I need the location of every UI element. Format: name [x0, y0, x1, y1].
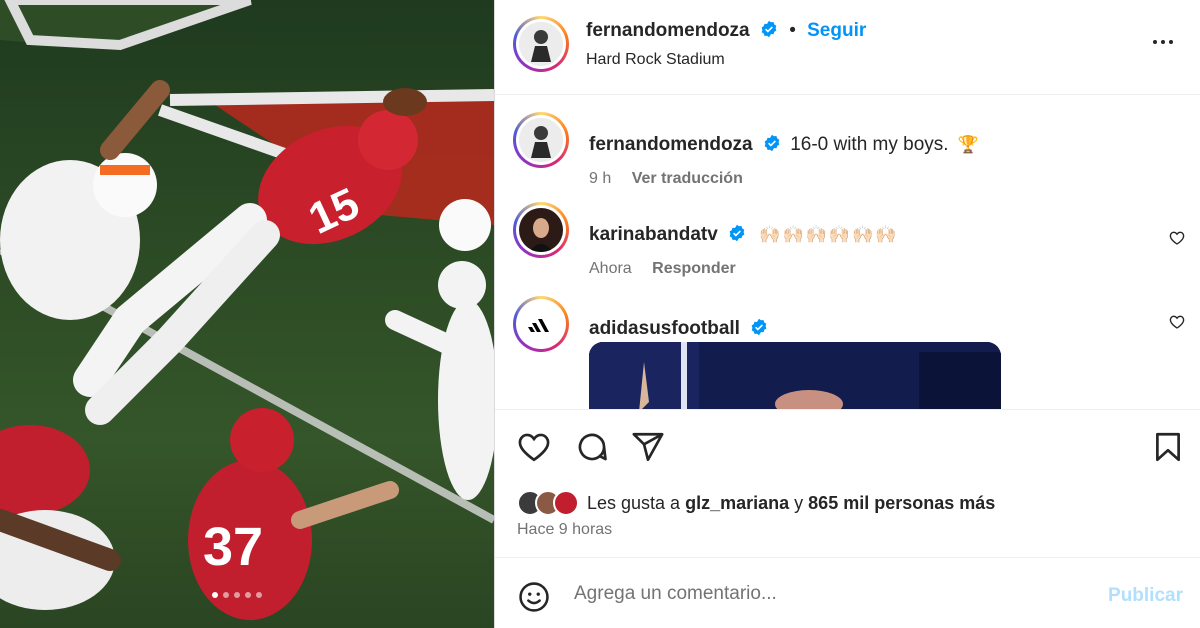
author-username[interactable]: fernandomendoza: [586, 20, 750, 41]
author-avatar-image: [519, 118, 563, 162]
like-comment-heart-icon[interactable]: [1169, 314, 1185, 330]
comment-meta: Ahora Responder: [589, 260, 736, 278]
emoji-smiley-icon[interactable]: [517, 580, 551, 614]
caption-meta: 9 h Ver traducción: [589, 170, 743, 188]
caption-author-avatar[interactable]: [513, 112, 569, 168]
comment-username[interactable]: adidasusfootball: [589, 318, 740, 339]
comment-item: karinabandatv 🙌🏻🙌🏻🙌🏻🙌🏻🙌🏻🙌🏻 Ahora Respond…: [495, 202, 1200, 282]
likes-summary[interactable]: Les gusta a glz_mariana y 865 mil person…: [517, 490, 995, 516]
verified-badge-icon: [761, 20, 777, 38]
comments-list[interactable]: fernandomendoza 16-0 with my boys. 🏆 9 h…: [495, 96, 1200, 410]
commenter-avatar[interactable]: [513, 202, 569, 258]
carousel-dot: [234, 592, 240, 598]
adidas-logo-icon: [519, 302, 563, 346]
verified-badge-icon: [764, 134, 780, 152]
author-avatar[interactable]: [513, 16, 569, 72]
post-photo[interactable]: 15 37: [0, 0, 494, 628]
post-timestamp[interactable]: Hace 9 horas: [517, 521, 612, 539]
follow-button[interactable]: Seguir: [807, 20, 866, 41]
commenter-avatar-image: [519, 208, 563, 252]
caption: fernandomendoza 16-0 with my boys. 🏆 9 h…: [495, 112, 1200, 192]
gif-preview-image: [589, 342, 1001, 409]
comment-text-line: adidasusfootball: [589, 318, 768, 340]
likes-connector: y: [794, 492, 804, 513]
more-horizontal-icon: [1153, 40, 1173, 44]
post-location[interactable]: Hard Rock Stadium: [586, 51, 725, 69]
caption-body: 16-0 with my boys.: [790, 134, 949, 155]
carousel-dot: [223, 592, 229, 598]
svg-text:37: 37: [203, 517, 263, 577]
like-comment-heart-icon[interactable]: [1169, 230, 1185, 246]
commenter-avatar[interactable]: [513, 296, 569, 352]
comment-body: 🙌🏻🙌🏻🙌🏻🙌🏻🙌🏻🙌🏻: [759, 225, 899, 244]
add-comment-bar: Publicar: [495, 559, 1200, 628]
comment-gif[interactable]: [589, 342, 1001, 409]
more-options-button[interactable]: [1151, 30, 1175, 60]
carousel-dots: [212, 592, 262, 598]
carousel-dot: [256, 592, 262, 598]
liker-avatar: [553, 490, 579, 516]
comment-username[interactable]: karinabandatv: [589, 224, 718, 245]
football-photo-illustration: 15 37: [0, 0, 494, 620]
caption-username[interactable]: fernandomendoza: [589, 134, 753, 155]
liker-avatars: [517, 490, 579, 516]
caption-time: 9 h: [589, 170, 612, 187]
liker-username[interactable]: glz_mariana: [685, 493, 789, 514]
comment-time: Ahora: [589, 260, 632, 277]
caption-text-line: fernandomendoza 16-0 with my boys. 🏆: [589, 134, 979, 156]
post-header: fernandomendoza • Seguir Hard Rock Stadi…: [495, 0, 1200, 95]
comment-text-line: karinabandatv 🙌🏻🙌🏻🙌🏻🙌🏻🙌🏻🙌🏻: [589, 224, 898, 246]
verified-badge-icon: [751, 318, 767, 336]
publish-button[interactable]: Publicar: [1108, 585, 1183, 607]
post-actions: Les gusta a glz_mariana y 865 mil person…: [495, 410, 1200, 558]
author-line: fernandomendoza • Seguir: [586, 20, 866, 42]
trophy-emoji: 🏆: [957, 135, 980, 154]
likes-prefix: Les gusta a: [587, 492, 681, 513]
author-avatar-image: [519, 22, 563, 66]
post-side-panel: fernandomendoza • Seguir Hard Rock Stadi…: [494, 0, 1200, 628]
bookmark-icon[interactable]: [1151, 430, 1185, 464]
reply-link[interactable]: Responder: [652, 260, 736, 277]
verified-badge-icon: [729, 224, 745, 242]
comment-item: adidasusfootball: [495, 296, 1200, 409]
carousel-dot: [212, 592, 218, 598]
likes-count[interactable]: 865 mil personas más: [808, 493, 995, 514]
carousel-dot: [245, 592, 251, 598]
comment-icon[interactable]: [575, 430, 609, 464]
comment-input[interactable]: [574, 579, 1074, 609]
heart-icon[interactable]: [517, 430, 551, 464]
send-icon[interactable]: [631, 430, 665, 464]
separator-dot: •: [789, 20, 796, 41]
translate-link[interactable]: Ver traducción: [632, 170, 743, 187]
